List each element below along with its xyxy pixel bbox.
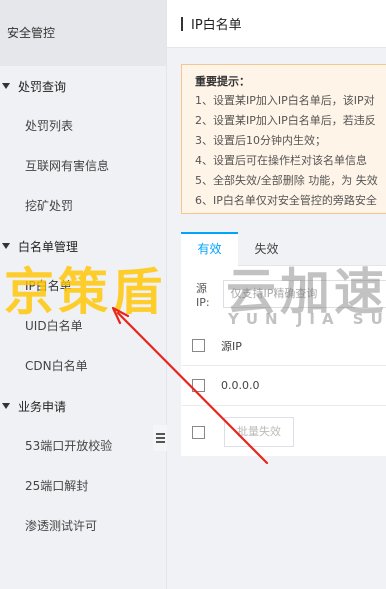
sidebar-item-port25[interactable]: 25端口解封	[0, 466, 166, 506]
select-all-checkbox[interactable]	[192, 339, 205, 352]
notice-line: 1、设置某IP加入IP白名单后，该IP对	[195, 94, 375, 107]
page-header: IP白名单	[167, 0, 386, 48]
sidebar-title: 安全管控	[0, 0, 166, 66]
status-tabs: 有效 失效	[181, 232, 386, 266]
row-checkbox[interactable]	[192, 379, 205, 392]
notice-line: 6、IP白名单仅对安全管控的旁路安全	[195, 194, 377, 207]
search-row: 源IP: 仅支持IP精确查询	[181, 280, 386, 309]
search-input[interactable]: 仅支持IP精确查询	[222, 280, 386, 308]
sidebar-item-penalty-list[interactable]: 处罚列表	[0, 106, 166, 146]
footer-select-checkbox[interactable]	[192, 425, 205, 439]
notice-line: 5、全部失效/全部删除 功能，为 失效	[195, 174, 378, 187]
notice-line: 3、设置后10分钟内生效；	[195, 134, 326, 147]
sidebar-group-label: 白名单管理	[18, 239, 79, 254]
sidebar-group-whitelist[interactable]: 白名单管理	[0, 226, 166, 266]
caret-down-icon	[2, 83, 10, 89]
caret-down-icon	[2, 243, 10, 249]
table-header: 源IP	[181, 326, 386, 366]
sidebar-item-harmful-info[interactable]: 互联网有害信息	[0, 146, 166, 186]
sidebar-item-mining-penalty[interactable]: 挖矿处罚	[0, 186, 166, 226]
cell-source-ip: 0.0.0.0	[221, 379, 260, 392]
sidebar-item-port53[interactable]: 53端口开放校验	[0, 426, 166, 466]
sidebar-collapse-icon[interactable]	[153, 425, 167, 451]
search-label: 源IP:	[196, 281, 210, 309]
main-content: IP白名单 重要提示： 1、设置某IP加入IP白名单后，该IP对 2、设置某IP…	[167, 0, 386, 589]
sidebar-item-cdn-whitelist[interactable]: CDN白名单	[0, 346, 166, 386]
whitelist-panel: 源IP: 仅支持IP精确查询 源IP 0.0.0.0 批量失效	[181, 266, 386, 456]
sidebar-item-uid-whitelist[interactable]: UID白名单	[0, 306, 166, 346]
tab-invalid[interactable]: 失效	[238, 232, 295, 266]
sidebar-group-label: 处罚查询	[18, 79, 67, 94]
sidebar-group-penalty[interactable]: 处罚查询	[0, 66, 166, 106]
sidebar-item-pentest[interactable]: 渗透测试许可	[0, 506, 166, 546]
sidebar-item-ip-whitelist[interactable]: IP白名单	[0, 266, 166, 306]
notice-title: 重要提示：	[195, 75, 250, 88]
sidebar-group-application[interactable]: 业务申请	[0, 386, 166, 426]
sidebar-group-label: 业务申请	[18, 399, 67, 414]
title-bar-icon	[181, 16, 183, 31]
sidebar: 安全管控 处罚查询 处罚列表 互联网有害信息 挖矿处罚 白名单管理 IP白名单 …	[0, 0, 167, 589]
notice-line: 4、设置后可在操作栏对该名单信息	[195, 154, 367, 167]
tab-valid[interactable]: 有效	[181, 232, 238, 266]
table-row: 0.0.0.0	[181, 366, 386, 406]
table-footer: 批量失效	[181, 412, 386, 452]
caret-down-icon	[2, 403, 10, 409]
notice-box: 重要提示： 1、设置某IP加入IP白名单后，该IP对 2、设置某IP加入IP白名…	[181, 64, 386, 214]
page-title: IP白名单	[191, 18, 242, 33]
column-header-source-ip: 源IP	[221, 339, 242, 353]
notice-line: 2、设置某IP加入IP白名单后，若违反	[195, 114, 376, 127]
batch-invalidate-button[interactable]: 批量失效	[224, 417, 294, 447]
